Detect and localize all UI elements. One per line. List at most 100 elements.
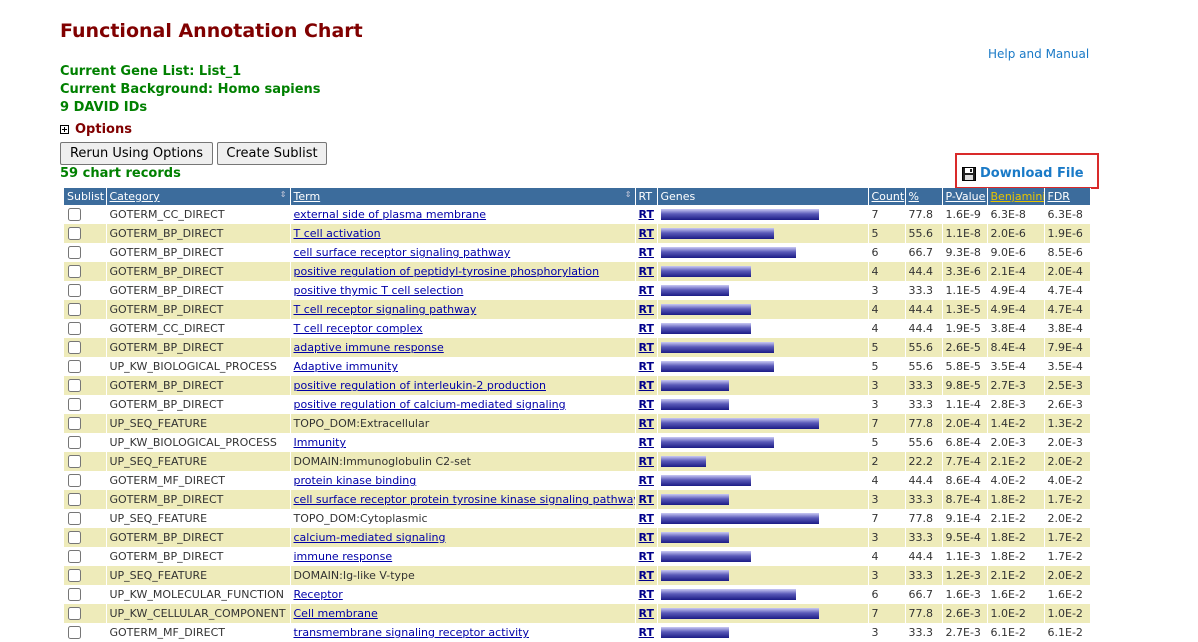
sort-term-link[interactable]: Term (294, 190, 321, 203)
rt-link[interactable]: RT (639, 436, 654, 449)
header-benjamini[interactable]: Benjamini (987, 188, 1045, 205)
genes-cell[interactable] (657, 566, 869, 585)
genes-bar[interactable] (660, 494, 729, 505)
genes-bar[interactable] (660, 551, 751, 562)
header-count[interactable]: Count (868, 188, 906, 205)
genes-bar[interactable] (660, 399, 729, 410)
sublist-checkbox[interactable] (68, 569, 81, 583)
genes-bar[interactable] (660, 342, 774, 353)
rt-link[interactable]: RT (639, 322, 654, 335)
genes-bar[interactable] (660, 228, 774, 239)
rt-link[interactable]: RT (639, 455, 654, 468)
sort-fdr-link[interactable]: FDR (1048, 190, 1070, 203)
rt-link[interactable]: RT (639, 493, 654, 506)
genes-cell[interactable] (657, 452, 869, 471)
sublist-checkbox[interactable] (68, 208, 81, 222)
genes-cell[interactable] (657, 281, 869, 300)
rt-link[interactable]: RT (639, 626, 654, 639)
genes-cell[interactable] (657, 490, 869, 509)
genes-cell[interactable] (657, 319, 869, 338)
create-sublist-button[interactable]: Create Sublist (217, 142, 327, 165)
expand-plus-icon[interactable] (60, 125, 69, 134)
header-category[interactable]: Category ⇕ (106, 188, 291, 205)
header-pvalue[interactable]: P-Value (942, 188, 988, 205)
genes-bar[interactable] (660, 285, 729, 296)
genes-bar[interactable] (660, 266, 751, 277)
genes-cell[interactable] (657, 224, 869, 243)
sublist-checkbox[interactable] (68, 360, 81, 374)
sort-pvalue-link[interactable]: P-Value (946, 190, 986, 203)
term-link[interactable]: positive regulation of interleukin-2 pro… (294, 379, 546, 392)
rt-link[interactable]: RT (639, 531, 654, 544)
sublist-checkbox[interactable] (68, 607, 81, 621)
term-link[interactable]: positive thymic T cell selection (294, 284, 464, 297)
sublist-checkbox[interactable] (68, 246, 81, 260)
genes-bar[interactable] (660, 589, 796, 600)
term-link[interactable]: T cell activation (294, 227, 381, 240)
rt-link[interactable]: RT (639, 398, 654, 411)
rt-link[interactable]: RT (639, 360, 654, 373)
rerun-using-options-button[interactable]: Rerun Using Options (60, 142, 213, 165)
genes-cell[interactable] (657, 300, 869, 319)
term-link[interactable]: cell surface receptor signaling pathway (294, 246, 511, 259)
sort-category-link[interactable]: Category (110, 190, 160, 203)
rt-link[interactable]: RT (639, 550, 654, 563)
sort-arrows-icon[interactable]: ⇕ (280, 190, 287, 199)
sublist-checkbox[interactable] (68, 303, 81, 317)
rt-link[interactable]: RT (639, 569, 654, 582)
term-link[interactable]: adaptive immune response (294, 341, 444, 354)
genes-cell[interactable] (657, 262, 869, 281)
genes-cell[interactable] (657, 547, 869, 566)
sublist-checkbox[interactable] (68, 588, 81, 602)
sort-count-link[interactable]: Count (872, 190, 905, 203)
rt-link[interactable]: RT (639, 246, 654, 259)
term-link[interactable]: Cell membrane (294, 607, 378, 620)
rt-link[interactable]: RT (639, 227, 654, 240)
genes-cell[interactable] (657, 528, 869, 547)
genes-cell[interactable] (657, 509, 869, 528)
genes-cell[interactable] (657, 357, 869, 376)
sublist-checkbox[interactable] (68, 227, 81, 241)
genes-bar[interactable] (660, 456, 706, 467)
term-link[interactable]: cell surface receptor protein tyrosine k… (294, 493, 635, 506)
term-link[interactable]: transmembrane signaling receptor activit… (294, 626, 529, 639)
genes-bar[interactable] (660, 323, 751, 334)
sublist-checkbox[interactable] (68, 550, 81, 564)
sublist-checkbox[interactable] (68, 512, 81, 526)
genes-bar[interactable] (660, 437, 774, 448)
genes-cell[interactable] (657, 205, 869, 224)
genes-cell[interactable] (657, 604, 869, 623)
sublist-checkbox[interactable] (68, 474, 81, 488)
options-label[interactable]: Options (75, 122, 132, 137)
term-link[interactable]: Receptor (294, 588, 343, 601)
rt-link[interactable]: RT (639, 512, 654, 525)
term-link[interactable]: T cell receptor complex (294, 322, 423, 335)
download-file-label[interactable]: Download File (980, 166, 1084, 181)
rt-link[interactable]: RT (639, 417, 654, 430)
genes-bar[interactable] (660, 627, 729, 638)
genes-bar[interactable] (660, 304, 751, 315)
genes-cell[interactable] (657, 243, 869, 262)
sublist-checkbox[interactable] (68, 626, 81, 640)
genes-cell[interactable] (657, 376, 869, 395)
header-percent[interactable]: % (905, 188, 943, 205)
genes-bar[interactable] (660, 532, 729, 543)
sublist-checkbox[interactable] (68, 379, 81, 393)
genes-cell[interactable] (657, 338, 869, 357)
sublist-checkbox[interactable] (68, 417, 81, 431)
genes-bar[interactable] (660, 418, 819, 429)
sublist-checkbox[interactable] (68, 493, 81, 507)
sort-arrows-icon[interactable]: ⇕ (625, 190, 632, 199)
genes-bar[interactable] (660, 247, 796, 258)
genes-cell[interactable] (657, 433, 869, 452)
genes-cell[interactable] (657, 623, 869, 642)
genes-cell[interactable] (657, 395, 869, 414)
rt-link[interactable]: RT (639, 265, 654, 278)
sublist-checkbox[interactable] (68, 284, 81, 298)
sublist-checkbox[interactable] (68, 322, 81, 336)
genes-bar[interactable] (660, 209, 819, 220)
term-link[interactable]: protein kinase binding (294, 474, 417, 487)
term-link[interactable]: Immunity (294, 436, 347, 449)
genes-bar[interactable] (660, 513, 819, 524)
sublist-checkbox[interactable] (68, 398, 81, 412)
